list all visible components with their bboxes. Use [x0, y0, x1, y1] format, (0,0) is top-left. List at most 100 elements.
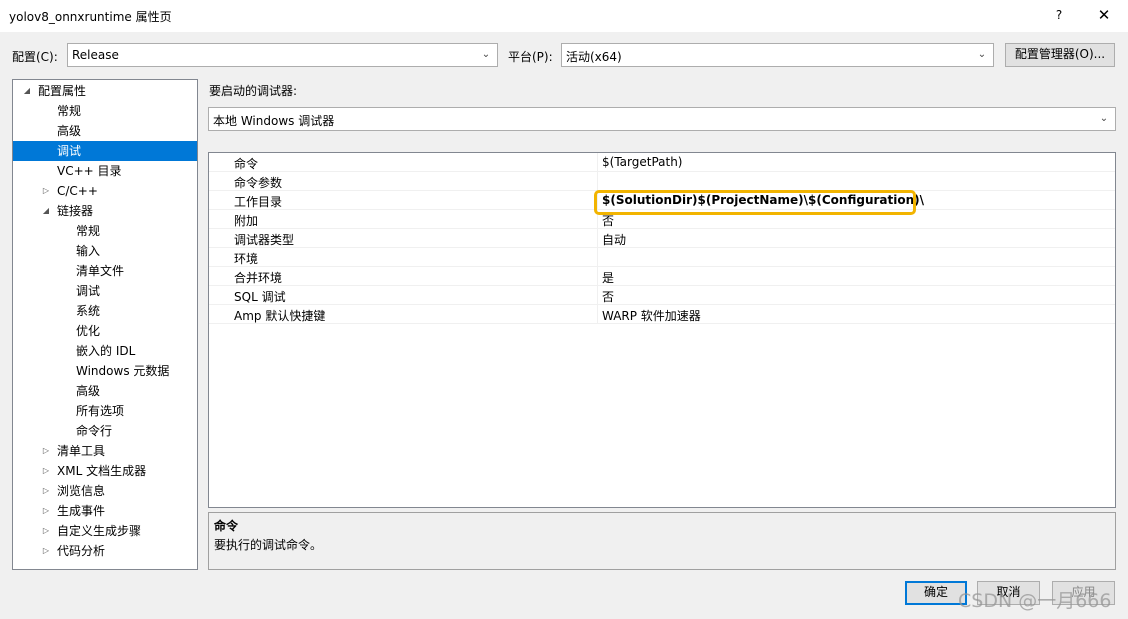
property-tree[interactable]: ◢ 配置属性 常规 高级 调试 VC++ 目录 ▷ C/C++ ◢ 链接器 常规 输入 清单文件 调试 系统…: [12, 79, 198, 570]
tree-item-label: C/C++: [57, 184, 98, 198]
tree-item-label: 嵌入的 IDL: [76, 344, 136, 358]
tree-item[interactable]: 调试: [13, 281, 197, 301]
tree-item-label: 代码分析: [57, 544, 106, 558]
expand-arrow-icon[interactable]: ▷: [40, 181, 52, 201]
tree-item-label: Windows 元数据: [76, 364, 170, 378]
tree-item[interactable]: VC++ 目录: [13, 161, 197, 181]
config-dropdown[interactable]: Release ⌄: [67, 43, 498, 67]
property-name: 工作目录: [234, 195, 283, 209]
tree-item[interactable]: 调试: [13, 141, 197, 161]
chevron-down-icon: ⌄: [1099, 113, 1109, 124]
tree-item-label: 常规: [57, 104, 82, 118]
tree-item-label: 高级: [76, 384, 101, 398]
close-button[interactable]: ✕: [1090, 2, 1118, 28]
grid-row[interactable]: 命令 $(TargetPath): [209, 153, 1115, 172]
tree-item-label: VC++ 目录: [57, 164, 122, 178]
tree-item[interactable]: ▷ XML 文档生成器: [13, 461, 197, 481]
tree-item-label: 调试: [57, 144, 82, 158]
expand-arrow-icon[interactable]: ▷: [40, 481, 52, 501]
collapse-arrow-icon[interactable]: ◢: [40, 201, 52, 221]
grid-row[interactable]: 调试器类型 自动: [209, 229, 1115, 248]
tree-item[interactable]: ▷ 清单工具: [13, 441, 197, 461]
tree-item-label: 所有选项: [76, 404, 125, 418]
collapse-arrow-icon[interactable]: ◢: [21, 81, 33, 101]
property-value[interactable]: 否: [602, 288, 614, 305]
property-value[interactable]: $(TargetPath): [602, 155, 682, 169]
property-name: SQL 调试: [234, 290, 286, 304]
tree-item[interactable]: ◢ 配置属性: [13, 81, 197, 101]
description-text: 要执行的调试命令。: [214, 538, 323, 552]
tree-item[interactable]: 系统: [13, 301, 197, 321]
config-manager-button[interactable]: 配置管理器(O)...: [1005, 43, 1115, 67]
tree-item[interactable]: 高级: [13, 121, 197, 141]
platform-dropdown[interactable]: 活动(x64) ⌄: [561, 43, 994, 67]
debugger-label: 要启动的调试器:: [209, 84, 298, 98]
tree-item-label: 调试: [76, 284, 101, 298]
grid-row[interactable]: 命令参数: [209, 172, 1115, 191]
expand-arrow-icon[interactable]: ▷: [40, 501, 52, 521]
help-button[interactable]: ?: [1046, 2, 1072, 28]
tree-item[interactable]: ▷ 生成事件: [13, 501, 197, 521]
description-panel: 命令 要执行的调试命令。: [208, 512, 1116, 570]
platform-dropdown-value: 活动(x64): [566, 50, 622, 64]
tree-item[interactable]: 常规: [13, 221, 197, 241]
tree-item-label: 优化: [76, 324, 101, 338]
annotation-highlight-box: [594, 190, 916, 215]
tree-item[interactable]: 高级: [13, 381, 197, 401]
chevron-down-icon: ⌄: [977, 49, 987, 60]
debugger-dropdown-value: 本地 Windows 调试器: [213, 114, 335, 128]
window-title: yolov8_onnxruntime 属性页: [9, 10, 172, 24]
grid-row[interactable]: Amp 默认快捷键 WARP 软件加速器: [209, 305, 1115, 324]
chevron-down-icon: ⌄: [481, 49, 491, 60]
expand-arrow-icon[interactable]: ▷: [40, 521, 52, 541]
expand-arrow-icon[interactable]: ▷: [40, 541, 52, 561]
tree-item[interactable]: ▷ 浏览信息: [13, 481, 197, 501]
tree-item[interactable]: ▷ 代码分析: [13, 541, 197, 561]
grid-row[interactable]: 环境: [209, 248, 1115, 267]
tree-item[interactable]: 清单文件: [13, 261, 197, 281]
tree-item-label: 自定义生成步骤: [57, 524, 142, 538]
property-value[interactable]: 自动: [602, 231, 626, 248]
tree-item-label: 配置属性: [38, 84, 87, 98]
property-name: 命令: [234, 157, 259, 171]
tree-item[interactable]: 命令行: [13, 421, 197, 441]
tree-item[interactable]: Windows 元数据: [13, 361, 197, 381]
expand-arrow-icon[interactable]: ▷: [40, 461, 52, 481]
grid-row[interactable]: SQL 调试 否: [209, 286, 1115, 305]
tree-item-label: 常规: [76, 224, 101, 238]
tree-item-label: 生成事件: [57, 504, 106, 518]
tree-item[interactable]: ▷ 自定义生成步骤: [13, 521, 197, 541]
property-value[interactable]: 是: [602, 269, 614, 286]
tree-item-label: 浏览信息: [57, 484, 106, 498]
config-label: 配置(C):: [12, 50, 58, 64]
tree-item[interactable]: ▷ C/C++: [13, 181, 197, 201]
title-bar: yolov8_onnxruntime 属性页 ? ✕: [0, 0, 1128, 32]
tree-item-label: 命令行: [76, 424, 113, 438]
tree-item[interactable]: ◢ 链接器: [13, 201, 197, 221]
tree-item[interactable]: 输入: [13, 241, 197, 261]
platform-label: 平台(P):: [508, 50, 553, 64]
tree-item-label: XML 文档生成器: [57, 464, 147, 478]
config-dropdown-value: Release: [72, 48, 119, 62]
property-name: Amp 默认快捷键: [234, 309, 326, 323]
expand-arrow-icon[interactable]: ▷: [40, 441, 52, 461]
debugger-dropdown[interactable]: 本地 Windows 调试器 ⌄: [208, 107, 1116, 131]
tree-item[interactable]: 优化: [13, 321, 197, 341]
property-value[interactable]: WARP 软件加速器: [602, 307, 701, 324]
tree-item-label: 高级: [57, 124, 82, 138]
description-title: 命令: [214, 519, 239, 533]
tree-item-label: 清单工具: [57, 444, 106, 458]
property-name: 附加: [234, 214, 259, 228]
property-name: 合并环境: [234, 271, 283, 285]
tree-item[interactable]: 所有选项: [13, 401, 197, 421]
tree-item-label: 清单文件: [76, 264, 125, 278]
tree-item-label: 输入: [76, 244, 101, 258]
tree-item[interactable]: 常规: [13, 101, 197, 121]
tree-item-label: 系统: [76, 304, 101, 318]
property-name: 调试器类型: [234, 233, 295, 247]
tree-item[interactable]: 嵌入的 IDL: [13, 341, 197, 361]
property-grid[interactable]: 命令 $(TargetPath) 命令参数 工作目录 $(SolutionDir)$(P…: [208, 152, 1116, 508]
property-name: 环境: [234, 252, 259, 266]
tree-item-label: 链接器: [57, 204, 94, 218]
grid-row[interactable]: 合并环境 是: [209, 267, 1115, 286]
